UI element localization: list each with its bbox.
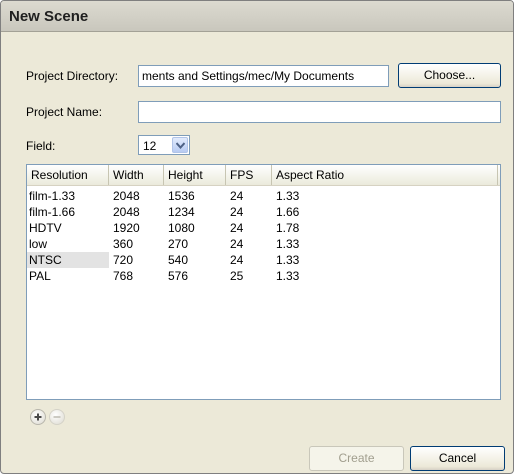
cell-fps: 24 xyxy=(230,253,244,267)
cell-fps: 24 xyxy=(230,237,244,251)
cell-fps: 24 xyxy=(230,221,244,235)
table-row[interactable]: PAL 768 576 25 1.33 xyxy=(27,268,500,284)
cell-height: 540 xyxy=(168,253,189,267)
cell-resolution: HDTV xyxy=(29,221,62,235)
table-row[interactable]: low 360 270 24 1.33 xyxy=(27,236,500,252)
cell-resolution: film-1.66 xyxy=(29,205,76,219)
cell-aspect-ratio: 1.78 xyxy=(276,221,300,235)
cell-aspect-ratio: 1.33 xyxy=(276,253,300,267)
cell-height: 270 xyxy=(168,237,189,251)
cell-fps: 24 xyxy=(230,189,244,203)
cell-height: 576 xyxy=(168,269,189,283)
table-row[interactable]: film-1.66 2048 1234 24 1.66 xyxy=(27,204,500,220)
cancel-button[interactable]: Cancel xyxy=(410,446,505,471)
column-header-aspect-ratio[interactable]: Aspect Ratio xyxy=(272,165,498,185)
chevron-down-icon[interactable] xyxy=(172,137,188,153)
cell-height: 1234 xyxy=(168,205,195,219)
cell-aspect-ratio: 1.33 xyxy=(276,189,300,203)
title-bar[interactable]: New Scene xyxy=(1,1,513,32)
remove-resolution-button[interactable] xyxy=(49,409,65,425)
cell-resolution: PAL xyxy=(29,269,51,283)
table-row[interactable]: film-1.33 2048 1536 24 1.33 xyxy=(27,188,500,204)
project-directory-field[interactable]: ments and Settings/mec/My Documents xyxy=(138,65,389,87)
table-row[interactable]: HDTV 1920 1080 24 1.78 xyxy=(27,220,500,236)
project-name-field[interactable] xyxy=(138,101,501,123)
cell-aspect-ratio: 1.66 xyxy=(276,205,300,219)
column-header-fps[interactable]: FPS xyxy=(226,165,272,185)
column-header-resolution[interactable]: Resolution xyxy=(27,165,109,185)
new-scene-dialog: New Scene Project Directory: ments and S… xyxy=(0,0,514,474)
cell-height: 1080 xyxy=(168,221,195,235)
minus-icon xyxy=(53,416,61,418)
field-label: Field: xyxy=(26,139,56,153)
cell-resolution: film-1.33 xyxy=(29,189,76,203)
resolution-table[interactable]: Resolution Width Height FPS Aspect Ratio… xyxy=(26,164,501,400)
create-button[interactable]: Create xyxy=(309,446,404,471)
add-resolution-button[interactable] xyxy=(30,409,46,425)
column-header-width[interactable]: Width xyxy=(109,165,164,185)
choose-button[interactable]: Choose... xyxy=(398,63,501,88)
cell-resolution: NTSC xyxy=(27,252,109,268)
plus-icon xyxy=(34,413,42,421)
cell-fps: 24 xyxy=(230,205,244,219)
field-select[interactable]: 12 xyxy=(138,135,190,155)
project-name-label: Project Name: xyxy=(26,105,103,119)
cell-fps: 25 xyxy=(230,269,244,283)
cell-width: 720 xyxy=(113,253,134,267)
field-select-value: 12 xyxy=(143,139,157,153)
cell-width: 2048 xyxy=(113,205,140,219)
table-row-selected[interactable]: NTSC 720 540 24 1.33 xyxy=(27,252,500,268)
table-header: Resolution Width Height FPS Aspect Ratio xyxy=(27,165,500,186)
cell-height: 1536 xyxy=(168,189,195,203)
cell-width: 768 xyxy=(113,269,134,283)
cell-width: 1920 xyxy=(113,221,140,235)
cell-resolution: low xyxy=(29,237,48,251)
cell-width: 2048 xyxy=(113,189,140,203)
cell-width: 360 xyxy=(113,237,134,251)
column-header-height[interactable]: Height xyxy=(164,165,226,185)
cell-aspect-ratio: 1.33 xyxy=(276,237,300,251)
dialog-title: New Scene xyxy=(9,8,89,25)
cell-aspect-ratio: 1.33 xyxy=(276,269,300,283)
project-directory-label: Project Directory: xyxy=(26,69,119,83)
